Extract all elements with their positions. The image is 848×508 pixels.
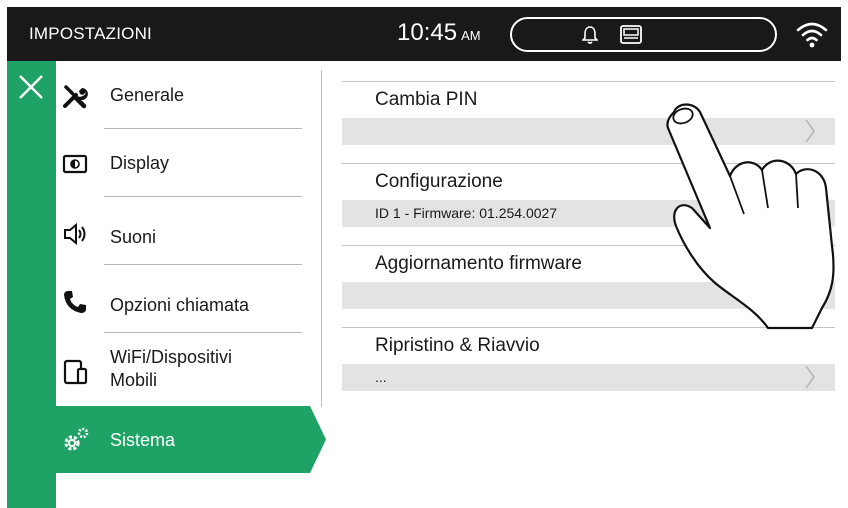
close-icon[interactable] xyxy=(18,74,44,100)
row-divider xyxy=(342,245,835,246)
clock-ampm: AM xyxy=(461,28,481,43)
clock: 10:45 AM xyxy=(397,19,481,47)
sidebar-divider xyxy=(321,70,322,407)
row-title: Aggiornamento firmware xyxy=(375,253,582,274)
setting-row-cambia-pin[interactable]: Cambia PIN xyxy=(342,81,835,153)
chevron-right-icon xyxy=(805,283,815,307)
menu-item-label: Display xyxy=(110,153,170,173)
setting-row-ripristino-riavvio[interactable]: Ripristino & Riavvio ... xyxy=(342,327,835,399)
menu-item-label: Suoni xyxy=(110,227,157,247)
row-title: Configurazione xyxy=(375,171,503,192)
display-icon xyxy=(62,154,88,174)
wrench-screwdriver-icon xyxy=(63,85,88,109)
row-divider xyxy=(342,163,835,164)
chevron-right-icon xyxy=(805,119,815,143)
selected-item-background xyxy=(56,406,326,473)
row-subtitle-bar xyxy=(342,282,835,309)
row-subtitle-bar xyxy=(342,364,835,391)
menu-item-label: Generale xyxy=(110,85,185,105)
menu-item-wifi-dispositivi[interactable]: WiFi/Dispositivi Mobili xyxy=(56,333,304,406)
chevron-right-icon xyxy=(805,365,815,389)
menu-item-generale[interactable]: Generale xyxy=(56,61,304,129)
row-subtitle-bar xyxy=(342,118,835,145)
row-divider xyxy=(342,327,835,328)
row-subtitle: ID 1 - Firmware: 01.254.0027 xyxy=(375,205,558,221)
row-subtitle: ... xyxy=(375,369,387,385)
gears-icon xyxy=(64,427,89,451)
side-rail xyxy=(7,61,56,508)
screen: IMPOSTAZIONI 10:45 AM Generale Display S… xyxy=(0,0,848,508)
menu-item-suoni[interactable]: Suoni xyxy=(56,197,304,265)
menu-item-label: Sistema xyxy=(110,430,176,450)
bell-icon xyxy=(582,26,598,44)
setting-row-configurazione[interactable]: Configurazione ID 1 - Firmware: 01.254.0… xyxy=(342,163,835,235)
intercom-icon xyxy=(620,25,642,44)
mobile-devices-icon xyxy=(63,359,88,385)
row-title: Cambia PIN xyxy=(375,89,478,110)
row-title: Ripristino & Riavvio xyxy=(375,335,540,356)
page-title: IMPOSTAZIONI xyxy=(29,24,152,43)
menu-item-sistema[interactable]: Sistema xyxy=(56,406,326,473)
chevron-right-icon xyxy=(805,201,815,225)
menu-item-label: Opzioni chiamata xyxy=(110,295,250,315)
settings-menu: Generale Display Suoni Opzioni chiamata … xyxy=(56,61,326,508)
menu-item-opzioni-chiamata[interactable]: Opzioni chiamata xyxy=(56,265,304,333)
header-bar: IMPOSTAZIONI 10:45 AM xyxy=(7,7,841,61)
menu-item-label: WiFi/Dispositivi xyxy=(110,347,233,367)
settings-list: Cambia PIN Configurazione ID 1 - Firmwar… xyxy=(342,61,835,508)
setting-row-aggiornamento-firmware[interactable]: Aggiornamento firmware xyxy=(342,245,835,317)
menu-item-label-line2: Mobili xyxy=(110,370,158,390)
clock-time: 10:45 xyxy=(397,19,458,46)
phone-icon xyxy=(64,291,86,313)
row-divider xyxy=(342,81,835,82)
speaker-icon xyxy=(64,222,86,246)
menu-item-display[interactable]: Display xyxy=(56,129,304,197)
status-pill[interactable] xyxy=(510,17,777,52)
wifi-icon[interactable] xyxy=(795,18,829,52)
